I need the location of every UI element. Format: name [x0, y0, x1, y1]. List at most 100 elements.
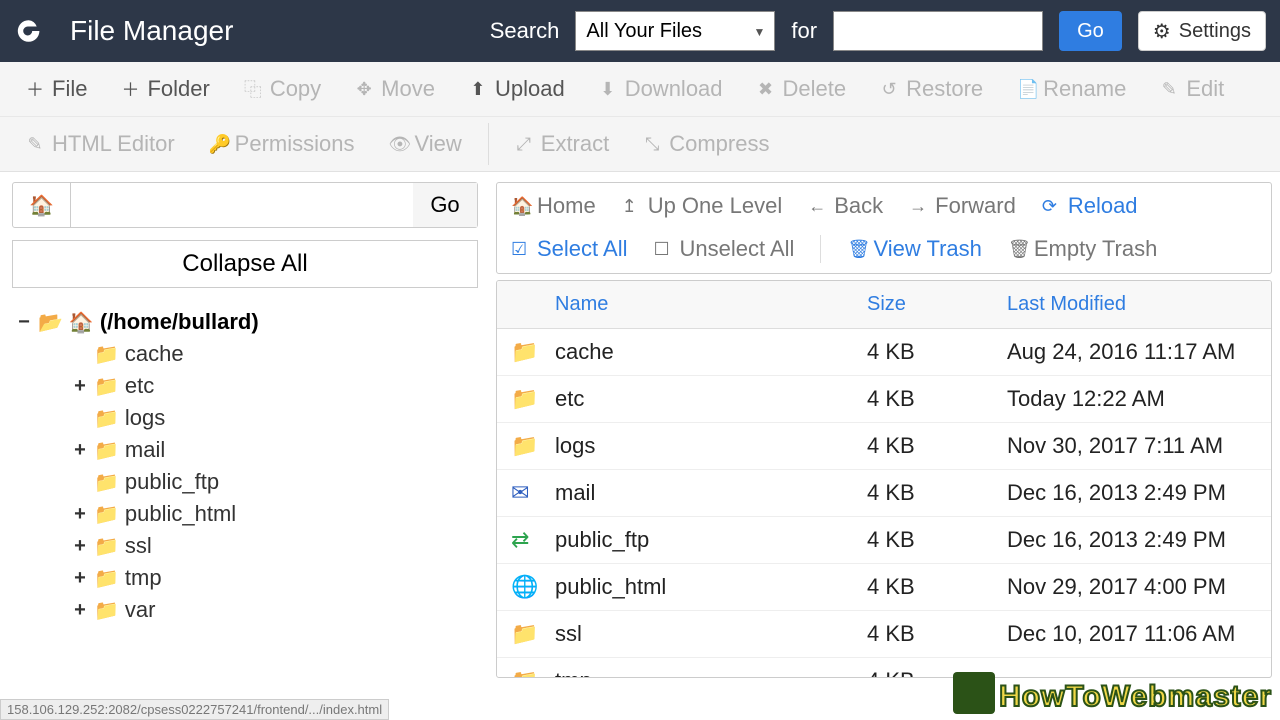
row-name: public_html — [555, 574, 867, 600]
folder-icon: 📁 — [94, 502, 119, 527]
permissions-label: Permissions — [235, 131, 355, 157]
folder-label: Folder — [147, 76, 209, 102]
path-input[interactable] — [71, 183, 413, 227]
tree-item-public_ftp[interactable]: 📁 public_ftp — [46, 466, 478, 498]
tree-item-var[interactable]: + 📁 var — [46, 594, 478, 626]
upload-label: Upload — [495, 76, 565, 102]
upload-button[interactable]: ⬆ Upload — [455, 68, 579, 110]
nav-up[interactable]: ↥ Up One Level — [622, 193, 783, 219]
table-row[interactable]: 📁 ssl 4 KB Dec 10, 2017 11:06 AM — [497, 611, 1271, 658]
file-table: Name Size Last Modified 📁 cache 4 KB Aug… — [496, 280, 1272, 678]
tree-item-mail[interactable]: + 📁 mail — [46, 434, 478, 466]
new-folder-button[interactable]: ＋ Folder — [107, 68, 223, 110]
plus-icon[interactable]: + — [72, 439, 88, 462]
settings-button[interactable]: ⚙ Settings — [1138, 11, 1266, 51]
tree-item-label: ssl — [125, 533, 152, 559]
file-label: File — [52, 76, 87, 102]
col-name-header[interactable]: Name — [555, 293, 867, 316]
tree-item-tmp[interactable]: + 📁 tmp — [46, 562, 478, 594]
col-size-header[interactable]: Size — [867, 293, 1007, 316]
edit-label: Edit — [1186, 76, 1224, 102]
nav-home[interactable]: 🏠Home — [511, 193, 596, 219]
table-row[interactable]: ✉ mail 4 KB Dec 16, 2013 2:49 PM — [497, 470, 1271, 517]
nav-reload-label: Reload — [1068, 193, 1138, 219]
row-name: mail — [555, 480, 867, 506]
plus-icon[interactable]: + — [72, 599, 88, 622]
select-all-label: Select All — [537, 236, 628, 262]
reload-icon: ⟳ — [1042, 196, 1060, 217]
row-icon: ⇄ — [511, 527, 555, 553]
mascot-icon — [953, 672, 995, 714]
plus-icon[interactable]: + — [72, 503, 88, 526]
search-input[interactable] — [833, 11, 1043, 51]
new-file-button[interactable]: ＋File — [12, 68, 101, 110]
table-row[interactable]: 📁 etc 4 KB Today 12:22 AM — [497, 376, 1271, 423]
nav-reload[interactable]: ⟳ Reload — [1042, 193, 1138, 219]
main-content: 🏠 Go Collapse All − 📂 🏠 (/home/bullard) … — [0, 172, 1280, 716]
row-name: logs — [555, 433, 867, 459]
copy-label: Copy — [270, 76, 321, 102]
path-go-button[interactable]: Go — [413, 183, 477, 227]
empty-trash-label: Empty Trash — [1034, 236, 1157, 262]
search-label: Search — [490, 18, 560, 44]
copy-button: ⿻ Copy — [230, 68, 335, 110]
nav-up-label: Up One Level — [648, 193, 783, 219]
plus-icon[interactable]: + — [72, 535, 88, 558]
forward-icon: → — [909, 196, 927, 217]
nav-forward[interactable]: →Forward — [909, 193, 1016, 219]
row-icon: 📁 — [511, 621, 555, 647]
plus-icon: ＋ — [121, 76, 139, 102]
tree-item-ssl[interactable]: + 📁 ssl — [46, 530, 478, 562]
table-row[interactable]: 📁 logs 4 KB Nov 30, 2017 7:11 AM — [497, 423, 1271, 470]
table-row[interactable]: 🌐 public_html 4 KB Nov 29, 2017 4:00 PM — [497, 564, 1271, 611]
up-icon: ↥ — [622, 196, 640, 217]
uncheck-icon: ☐ — [654, 239, 672, 260]
tree-root[interactable]: − 📂 🏠 (/home/bullard) — [12, 306, 478, 338]
plus-icon[interactable]: + — [72, 375, 88, 398]
unselect-all-button[interactable]: ☐Unselect All — [654, 236, 795, 262]
row-date: Dec 10, 2017 11:06 AM — [1007, 621, 1257, 647]
col-date-header[interactable]: Last Modified — [1007, 293, 1257, 316]
search-scope-select[interactable]: All Your Files — [575, 11, 775, 51]
extract-icon: ⤢ — [515, 134, 533, 155]
tree-item-logs[interactable]: 📁 logs — [46, 402, 478, 434]
watermark-text: HowToWebmaster — [999, 680, 1272, 714]
collapse-all-button[interactable]: Collapse All — [12, 240, 478, 288]
tree-item-public_html[interactable]: + 📁 public_html — [46, 498, 478, 530]
row-size: 4 KB — [867, 433, 1007, 459]
table-header: Name Size Last Modified — [497, 281, 1271, 329]
trash-icon: 🗑 — [847, 239, 865, 260]
plus-icon[interactable]: + — [72, 567, 88, 590]
row-date: Today 12:22 AM — [1007, 386, 1257, 412]
tree-item-etc[interactable]: + 📁 etc — [46, 370, 478, 402]
minus-icon[interactable]: − — [16, 311, 32, 334]
table-row[interactable]: ⇄ public_ftp 4 KB Dec 16, 2013 2:49 PM — [497, 517, 1271, 564]
view-trash-button[interactable]: 🗑 View Trash — [847, 236, 981, 262]
header-bar: File Manager Search All Your Files for G… — [0, 0, 1280, 62]
nav-back[interactable]: ←Back — [808, 193, 883, 219]
check-icon: ☑ — [511, 239, 529, 260]
search-go-button[interactable]: Go — [1059, 11, 1122, 51]
view-label: View — [414, 131, 461, 157]
toolbar-row-2: ✎HTML Editor 🔑Permissions 👁View ⤢Extract… — [0, 116, 1280, 171]
table-body: 📁 cache 4 KB Aug 24, 2016 11:17 AM📁 etc … — [497, 329, 1271, 678]
restore-icon: ↺ — [880, 79, 898, 100]
folder-icon: 📁 — [94, 342, 119, 367]
row-icon: 🌐 — [511, 574, 555, 600]
select-all-button[interactable]: ☑ Select All — [511, 236, 628, 262]
row-date: Nov 30, 2017 7:11 AM — [1007, 433, 1257, 459]
view-trash-label: View Trash — [873, 236, 981, 262]
row-name: ssl — [555, 621, 867, 647]
table-row[interactable]: 📁 cache 4 KB Aug 24, 2016 11:17 AM — [497, 329, 1271, 376]
for-label: for — [791, 18, 817, 44]
home-button[interactable]: 🏠 — [13, 183, 71, 227]
empty-trash-button[interactable]: 🗑Empty Trash — [1008, 236, 1157, 262]
folder-icon: 📁 — [94, 566, 119, 591]
tree-item-cache[interactable]: 📁 cache — [46, 338, 478, 370]
row-size: 4 KB — [867, 480, 1007, 506]
row-icon: 📁 — [511, 668, 555, 678]
upload-icon: ⬆ — [469, 79, 487, 100]
row-size: 4 KB — [867, 574, 1007, 600]
download-icon: ⬇ — [599, 79, 617, 100]
copy-icon: ⿻ — [244, 76, 262, 102]
